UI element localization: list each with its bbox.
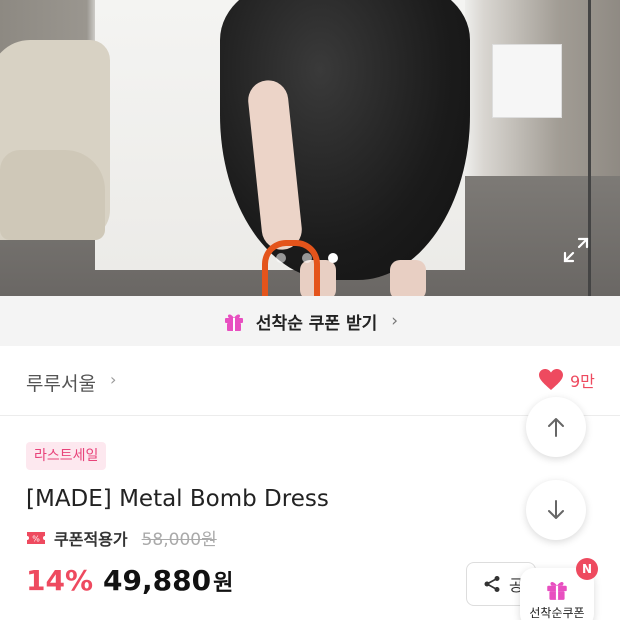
- shop-name-link[interactable]: 루루서울: [26, 369, 96, 396]
- like-count: 9만: [570, 372, 595, 391]
- new-badge: N: [576, 558, 598, 580]
- carousel-dot-active[interactable]: [328, 253, 338, 263]
- product-title: [MADE] Metal Bomb Dress: [26, 486, 329, 512]
- heart-icon: [539, 369, 563, 390]
- studio-boxes: [492, 44, 562, 118]
- model-leg: [390, 260, 426, 296]
- coupon-price-label: 쿠폰적용가: [54, 529, 128, 549]
- like-button[interactable]: 9만: [538, 368, 595, 392]
- gift-icon: [224, 314, 243, 331]
- discount-rate: 14%: [26, 564, 94, 597]
- carousel-dot[interactable]: [302, 253, 312, 263]
- floating-coupon-label: 선착순쿠폰: [529, 606, 585, 620]
- orange-bag: [262, 240, 320, 296]
- price-row: 14% 49,880 원: [26, 564, 233, 597]
- shop-row: 루루서울 › 9만: [0, 346, 620, 416]
- share-icon: [484, 576, 500, 592]
- chevron-right-icon[interactable]: ›: [110, 370, 116, 389]
- arrow-down-icon: [548, 500, 564, 519]
- svg-text:%: %: [32, 534, 40, 543]
- currency-unit: 원: [213, 571, 234, 596]
- coupon-price-line: % 쿠폰적용가 58,000원: [26, 525, 217, 550]
- carousel-dot[interactable]: [276, 253, 286, 263]
- sale-price: 49,880: [103, 564, 212, 597]
- last-sale-badge: 라스트세일: [26, 442, 107, 470]
- gift-icon: [547, 581, 567, 600]
- product-image-carousel[interactable]: [0, 0, 620, 296]
- coupon-banner[interactable]: 선착순 쿠폰 받기 ›: [0, 296, 620, 346]
- scroll-top-button[interactable]: [526, 397, 586, 457]
- carousel-dots: [276, 253, 338, 263]
- original-price: 58,000원: [141, 530, 217, 550]
- sofa-cushion: [0, 150, 105, 240]
- arrow-up-icon: [548, 418, 564, 437]
- scroll-bottom-button[interactable]: [526, 480, 586, 540]
- chevron-right-icon: ›: [391, 311, 399, 331]
- ticket-icon: %: [27, 531, 45, 544]
- expand-icon[interactable]: [562, 236, 590, 264]
- coupon-banner-label: 선착순 쿠폰 받기: [255, 313, 378, 334]
